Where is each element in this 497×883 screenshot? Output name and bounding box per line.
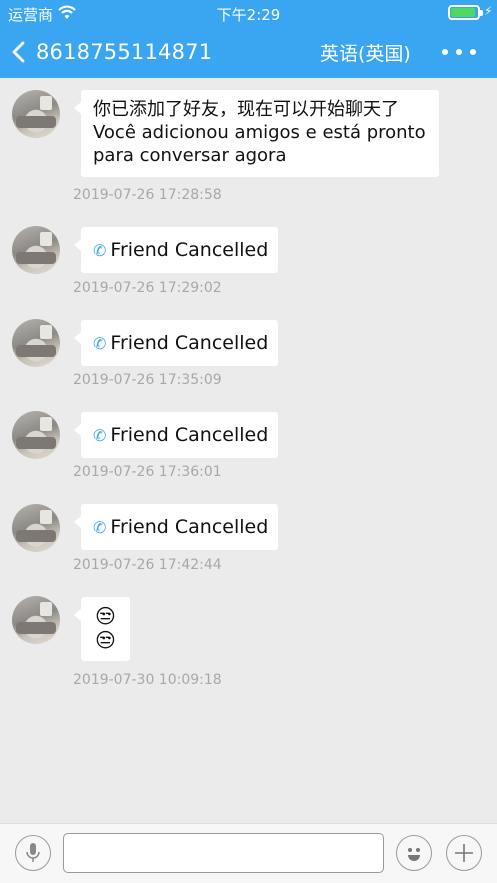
charging-icon: ⚡ (484, 4, 493, 18)
avatar[interactable] (12, 319, 60, 367)
call-status-text: Friend Cancelled (110, 239, 269, 261)
input-bar (0, 823, 497, 883)
language-button[interactable]: 英语(英国) (320, 39, 411, 66)
plus-icon (455, 844, 473, 862)
phone-icon: ✆ (93, 425, 107, 445)
phone-icon: ✆ (93, 333, 107, 353)
navigation-bar: 8618755114871 英语(英国) (0, 30, 497, 74)
message-input[interactable] (63, 833, 384, 873)
message-timestamp: 2019-07-26 17:29:02 (73, 280, 222, 296)
chat-area[interactable]: 你已添加了好友，现在可以开始聊天了 Você adicionou amigos … (0, 78, 497, 823)
message-timestamp: 2019-07-26 17:36:01 (73, 464, 222, 480)
smiley-icon (408, 848, 420, 861)
call-bubble[interactable]: ✆ Friend Cancelled (73, 227, 279, 273)
message-bubble[interactable]: 你已添加了好友，现在可以开始聊天了 Você adicionou amigos … (74, 90, 439, 177)
add-button[interactable] (446, 835, 482, 871)
chevron-left-icon (12, 41, 25, 63)
avatar[interactable] (12, 226, 60, 274)
phone-icon: ✆ (93, 240, 107, 260)
contact-title: 8618755114871 (36, 40, 213, 64)
call-status-text: Friend Cancelled (110, 332, 269, 354)
avatar[interactable] (12, 411, 60, 459)
clock: 下午2:29 (216, 6, 281, 24)
call-status-text: Friend Cancelled (110, 424, 269, 446)
message-timestamp: 2019-07-26 17:42:44 (73, 557, 222, 573)
voice-button[interactable] (15, 835, 51, 871)
call-bubble[interactable]: ✆ Friend Cancelled (73, 320, 279, 366)
avatar[interactable] (12, 596, 60, 644)
emoji-bubble[interactable]: 😒 😒 (74, 597, 130, 661)
avatar[interactable] (12, 504, 60, 552)
emoji-button[interactable] (396, 835, 432, 871)
battery-icon (448, 5, 483, 20)
back-button[interactable]: 8618755114871 (10, 30, 212, 74)
call-bubble[interactable]: ✆ Friend Cancelled (73, 412, 279, 458)
emoji-message: 😒 😒 (95, 606, 116, 652)
message-text: 你已添加了好友，现在可以开始聊天了 Você adicionou amigos … (93, 99, 426, 166)
microphone-icon (26, 843, 40, 862)
phone-icon: ✆ (93, 517, 107, 537)
message-timestamp: 2019-07-26 17:28:58 (73, 187, 222, 203)
call-bubble[interactable]: ✆ Friend Cancelled (73, 504, 279, 550)
call-status-text: Friend Cancelled (110, 516, 269, 538)
status-bar: 运营商 下午2:29 ⚡ (0, 0, 497, 26)
message-timestamp: 2019-07-26 17:35:09 (73, 372, 222, 388)
message-timestamp: 2019-07-30 10:09:18 (73, 672, 222, 688)
more-icon[interactable] (442, 42, 476, 62)
top-bar: 运营商 下午2:29 ⚡ 8618755114871 英语(英国) (0, 0, 497, 78)
avatar[interactable] (12, 90, 60, 138)
